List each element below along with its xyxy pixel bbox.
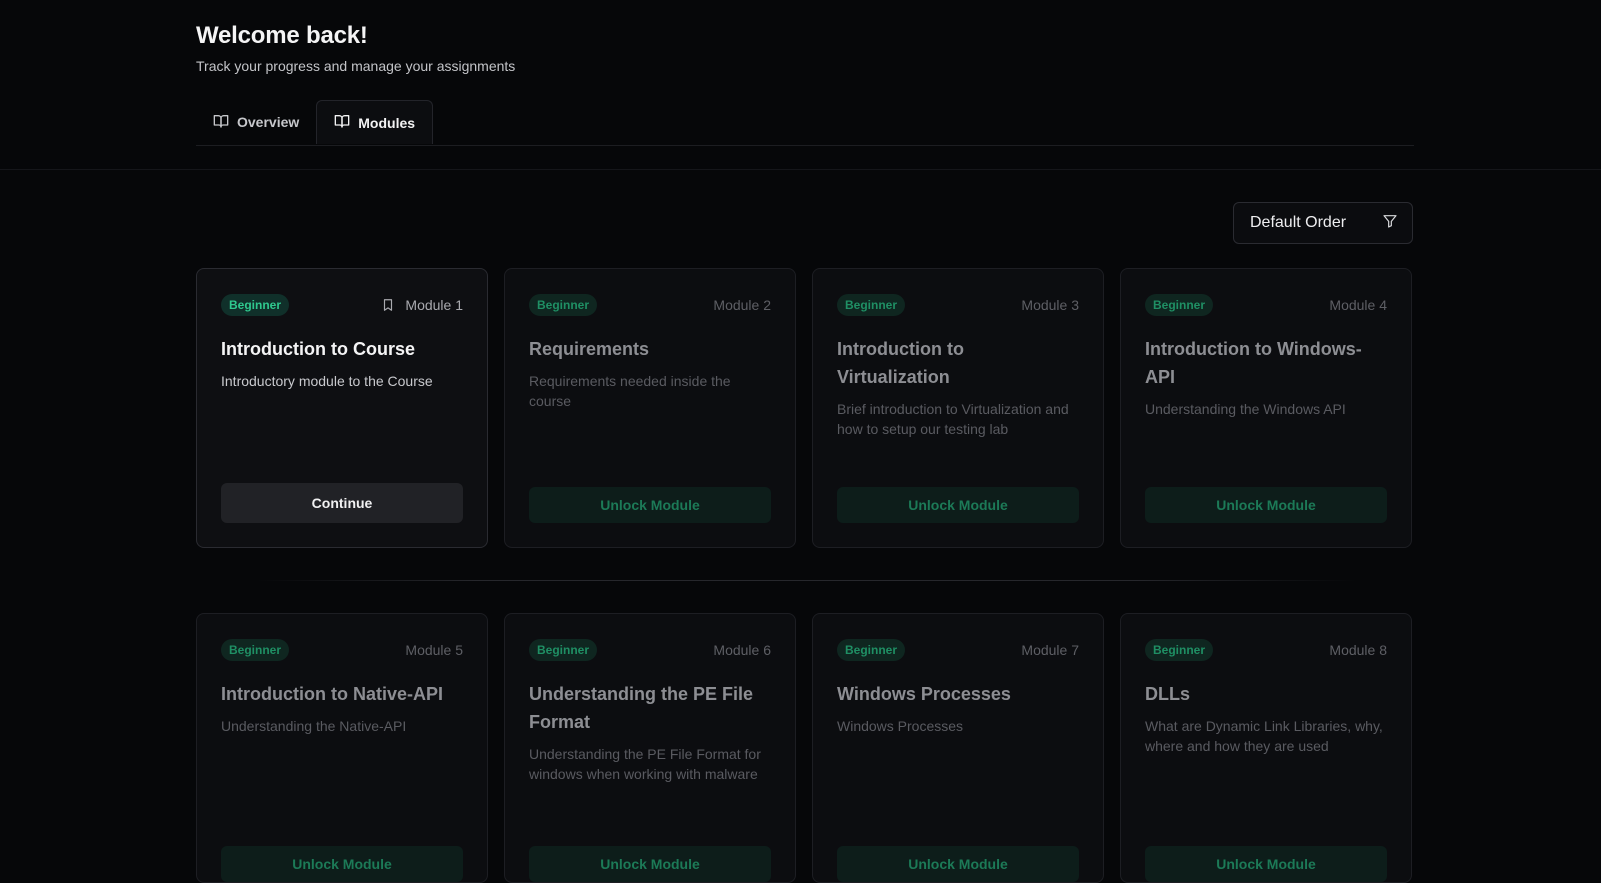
module-number-label: Module 4 <box>1329 297 1387 313</box>
unlock-module-button[interactable]: Unlock Module <box>221 846 463 882</box>
module-number: Module 3 <box>1021 297 1079 313</box>
module-description: Windows Processes <box>837 718 964 734</box>
module-number-label: Module 5 <box>405 642 463 658</box>
module-number-label: Module 8 <box>1329 642 1387 658</box>
module-number-label: Module 1 <box>405 297 463 313</box>
tab-overview[interactable]: Overview <box>196 100 316 144</box>
module-number: Module 1 <box>381 297 463 313</box>
module-description: Introductory module to the Course <box>221 373 433 389</box>
book-open-icon <box>213 113 229 132</box>
module-card-4: Beginner Module 4 Introduction to Window… <box>1120 268 1412 548</box>
module-description: Understanding the Native-API <box>221 718 407 734</box>
module-description: Understanding the Windows API <box>1145 401 1346 417</box>
module-number-label: Module 6 <box>713 642 771 658</box>
module-title: Windows Processes <box>837 684 1011 704</box>
module-title: Introduction to Virtualization <box>837 339 964 387</box>
difficulty-badge: Beginner <box>1145 294 1214 316</box>
module-number-label: Module 3 <box>1021 297 1079 313</box>
module-number: Module 8 <box>1329 642 1387 658</box>
module-card-6: Beginner Module 6 Understanding the PE F… <box>504 613 796 883</box>
sort-order-select[interactable]: Default Order <box>1233 202 1413 244</box>
sort-order-value: Default Order <box>1250 214 1347 231</box>
book-open-icon <box>334 113 350 132</box>
difficulty-badge: Beginner <box>837 639 906 661</box>
module-title: Introduction to Course <box>221 339 415 359</box>
module-number-label: Module 2 <box>713 297 771 313</box>
module-title: DLLs <box>1145 684 1190 704</box>
difficulty-badge: Beginner <box>1145 639 1214 661</box>
filter-icon <box>1382 213 1398 234</box>
bookmark-icon[interactable] <box>381 298 395 312</box>
unlock-module-button[interactable]: Unlock Module <box>1145 487 1387 523</box>
module-number: Module 7 <box>1021 642 1079 658</box>
module-title: Introduction to Native-API <box>221 684 443 704</box>
module-description: Requirements needed inside the course <box>529 373 731 409</box>
unlock-module-button[interactable]: Unlock Module <box>837 846 1079 882</box>
module-card-8: Beginner Module 8 DLLs What are Dynamic … <box>1120 613 1412 883</box>
module-description: What are Dynamic Link Libraries, why, wh… <box>1145 718 1383 754</box>
module-card-2: Beginner Module 2 Requirements Requireme… <box>504 268 796 548</box>
module-number: Module 5 <box>405 642 463 658</box>
module-card-7: Beginner Module 7 Windows Processes Wind… <box>812 613 1104 883</box>
unlock-module-button[interactable]: Unlock Module <box>1145 846 1387 882</box>
module-number: Module 4 <box>1329 297 1387 313</box>
tab-modules[interactable]: Modules <box>316 100 434 144</box>
module-title: Requirements <box>529 339 650 359</box>
page-header: Welcome back! Track your progress and ma… <box>196 22 1414 74</box>
module-title: Understanding the PE File Format <box>529 684 754 732</box>
module-description: Brief introduction to Virtualization and… <box>837 401 1069 437</box>
module-card-3: Beginner Module 3 Introduction to Virtua… <box>812 268 1104 548</box>
module-number-label: Module 7 <box>1021 642 1079 658</box>
module-grid-row-1: Beginner Module 1 Introduction to Course… <box>196 268 1414 548</box>
tab-modules-label: Modules <box>358 114 416 131</box>
module-title: Introduction to Windows-API <box>1145 339 1362 387</box>
module-card-1: Beginner Module 1 Introduction to Course… <box>196 268 488 548</box>
unlock-module-button[interactable]: Unlock Module <box>529 487 771 523</box>
tab-overview-label: Overview <box>237 114 300 130</box>
module-card-5: Beginner Module 5 Introduction to Native… <box>196 613 488 883</box>
difficulty-badge: Beginner <box>529 639 598 661</box>
difficulty-badge: Beginner <box>221 639 290 661</box>
tab-bar: Overview Modules <box>196 100 1414 146</box>
page-subtitle: Track your progress and manage your assi… <box>196 58 516 74</box>
header-divider <box>0 169 1601 170</box>
page-title: Welcome back! <box>196 22 368 49</box>
module-description: Understanding the PE File Format for win… <box>529 746 761 782</box>
module-number: Module 6 <box>713 642 771 658</box>
row-divider <box>256 580 1356 581</box>
difficulty-badge: Beginner <box>221 294 290 316</box>
continue-button[interactable]: Continue <box>221 483 463 523</box>
difficulty-badge: Beginner <box>837 294 906 316</box>
module-number: Module 2 <box>713 297 771 313</box>
module-grid-row-2: Beginner Module 5 Introduction to Native… <box>196 613 1414 883</box>
unlock-module-button[interactable]: Unlock Module <box>529 846 771 882</box>
difficulty-badge: Beginner <box>529 294 598 316</box>
unlock-module-button[interactable]: Unlock Module <box>837 487 1079 523</box>
